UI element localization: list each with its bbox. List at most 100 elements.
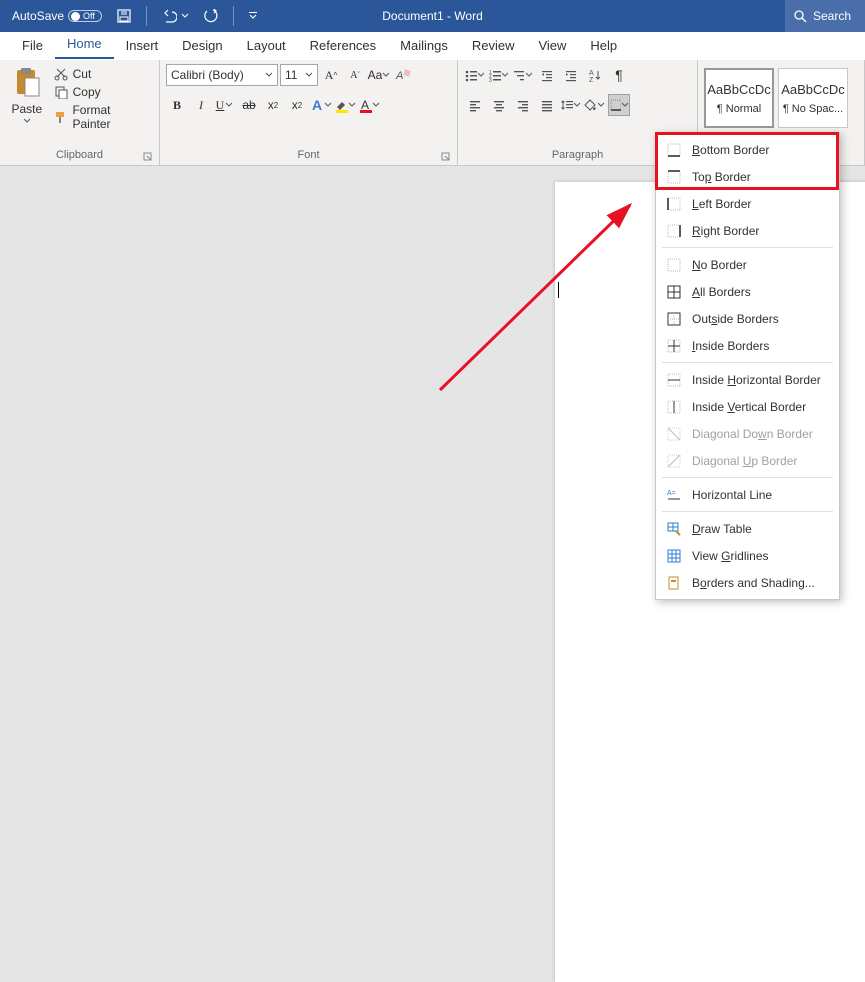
menu-draw-table[interactable]: Draw Table — [658, 515, 837, 542]
justify-icon — [540, 98, 554, 112]
dialog-launcher-clipboard[interactable] — [143, 152, 153, 162]
shading-icon — [584, 98, 597, 112]
no-border-icon — [666, 257, 682, 273]
clear-formatting-button[interactable]: A — [392, 64, 414, 86]
save-icon — [116, 8, 132, 24]
text-cursor — [558, 282, 559, 298]
chevron-down-icon — [501, 71, 509, 79]
align-center-button[interactable] — [488, 94, 510, 116]
bullets-button[interactable] — [464, 64, 486, 86]
borders-shading-icon — [666, 575, 682, 591]
app-title: Document1 - Word — [382, 9, 482, 23]
redo-button[interactable] — [199, 6, 223, 26]
menu-all-borders[interactable]: All Borders — [658, 278, 837, 305]
undo-button[interactable] — [157, 6, 193, 26]
superscript-button[interactable]: x2 — [286, 94, 308, 116]
menu-right-border[interactable]: Right Border — [658, 217, 837, 244]
menu-outside-borders[interactable]: Outside Borders — [658, 305, 837, 332]
paste-button[interactable]: Paste — [6, 66, 48, 124]
menu-diagonal-up: Diagonal Up Border — [658, 447, 837, 474]
justify-button[interactable] — [536, 94, 558, 116]
autosave-pill: Off — [68, 10, 102, 22]
italic-button[interactable]: I — [190, 94, 212, 116]
copy-button[interactable]: Copy — [52, 84, 153, 100]
line-spacing-button[interactable] — [560, 94, 582, 116]
tab-mailings[interactable]: Mailings — [388, 32, 460, 59]
copy-label: Copy — [73, 85, 101, 99]
cut-label: Cut — [73, 67, 92, 81]
numbering-button[interactable]: 123 — [488, 64, 510, 86]
diag-up-icon — [666, 453, 682, 469]
save-button[interactable] — [112, 5, 136, 27]
tab-review[interactable]: Review — [460, 32, 527, 59]
cut-button[interactable]: Cut — [52, 66, 153, 82]
qat-customize[interactable] — [244, 8, 262, 24]
undo-icon — [161, 9, 177, 23]
tab-home[interactable]: Home — [55, 30, 114, 59]
font-name-combo[interactable]: Calibri (Body) — [166, 64, 278, 86]
sort-icon: AZ — [588, 68, 602, 82]
menu-diagonal-down: Diagonal Down Border — [658, 420, 837, 447]
tab-insert[interactable]: Insert — [114, 32, 171, 59]
chevron-down-icon — [348, 101, 356, 109]
menu-no-border[interactable]: No Border — [658, 251, 837, 278]
underline-button[interactable]: U — [214, 94, 236, 116]
format-painter-button[interactable]: Format Painter — [52, 102, 153, 132]
subscript-button[interactable]: x2 — [262, 94, 284, 116]
grow-font-button[interactable]: A^ — [320, 64, 342, 86]
menu-inside-horizontal[interactable]: Inside Horizontal Border — [658, 366, 837, 393]
dialog-launcher-font[interactable] — [441, 152, 451, 162]
tab-view[interactable]: View — [526, 32, 578, 59]
sort-button[interactable]: AZ — [584, 64, 606, 86]
tab-design[interactable]: Design — [170, 32, 234, 59]
borders-button[interactable] — [608, 94, 630, 116]
menu-left-border[interactable]: Left Border — [658, 190, 837, 217]
style-normal[interactable]: AaBbCcDc ¶ Normal — [704, 68, 774, 128]
strike-button[interactable]: ab — [238, 94, 260, 116]
menu-top-border[interactable]: ToPp Border — [658, 163, 837, 190]
tab-layout[interactable]: Layout — [235, 32, 298, 59]
tab-help[interactable]: Help — [578, 32, 629, 59]
style-nospacing[interactable]: AaBbCcDc ¶ No Spac... — [778, 68, 848, 128]
toggle-knob-icon — [71, 12, 80, 21]
font-size-combo[interactable]: 11 — [280, 64, 318, 86]
shrink-font-button[interactable]: Aˇ — [344, 64, 366, 86]
decrease-indent-button[interactable] — [536, 64, 558, 86]
menu-separator — [662, 247, 833, 248]
change-case-button[interactable]: Aa — [368, 64, 390, 86]
svg-text:A: A — [312, 97, 322, 113]
outdent-icon — [540, 68, 554, 82]
font-color-button[interactable]: A — [358, 94, 380, 116]
highlight-button[interactable] — [334, 94, 356, 116]
cut-icon — [54, 67, 68, 81]
outside-borders-icon — [666, 311, 682, 327]
show-paragraph-button[interactable]: ¶ — [608, 64, 630, 86]
shading-button[interactable] — [584, 94, 606, 116]
line-spacing-icon — [560, 98, 573, 112]
style-preview: AaBbCcDc — [707, 82, 771, 97]
menu-separator — [662, 511, 833, 512]
style-name: ¶ No Spac... — [783, 103, 843, 115]
chevron-down-icon — [597, 101, 605, 109]
all-borders-icon — [666, 284, 682, 300]
tab-file[interactable]: File — [10, 32, 55, 59]
align-left-button[interactable] — [464, 94, 486, 116]
search-box[interactable]: Search — [785, 0, 865, 32]
menu-borders-shading[interactable]: Borders and Shading... — [658, 569, 837, 596]
align-left-icon — [468, 98, 482, 112]
menu-inside-vertical[interactable]: Inside Vertical Border — [658, 393, 837, 420]
menu-separator — [662, 362, 833, 363]
menu-inside-borders[interactable]: Inside Borders — [658, 332, 837, 359]
svg-text:A: A — [395, 70, 403, 82]
text-effects-button[interactable]: A — [310, 94, 332, 116]
autosave-toggle[interactable]: AutoSave Off — [8, 6, 106, 26]
menu-bottom-border[interactable]: BBottom Borderottom Border — [658, 136, 837, 163]
menu-horizontal-line[interactable]: A= Horizontal Line — [658, 481, 837, 508]
multilevel-button[interactable] — [512, 64, 534, 86]
increase-indent-button[interactable] — [560, 64, 582, 86]
menu-view-gridlines[interactable]: View Gridlines — [658, 542, 837, 569]
bold-button[interactable]: B — [166, 94, 188, 116]
chevron-down-icon — [305, 71, 313, 79]
tab-references[interactable]: References — [298, 32, 388, 59]
align-right-button[interactable] — [512, 94, 534, 116]
